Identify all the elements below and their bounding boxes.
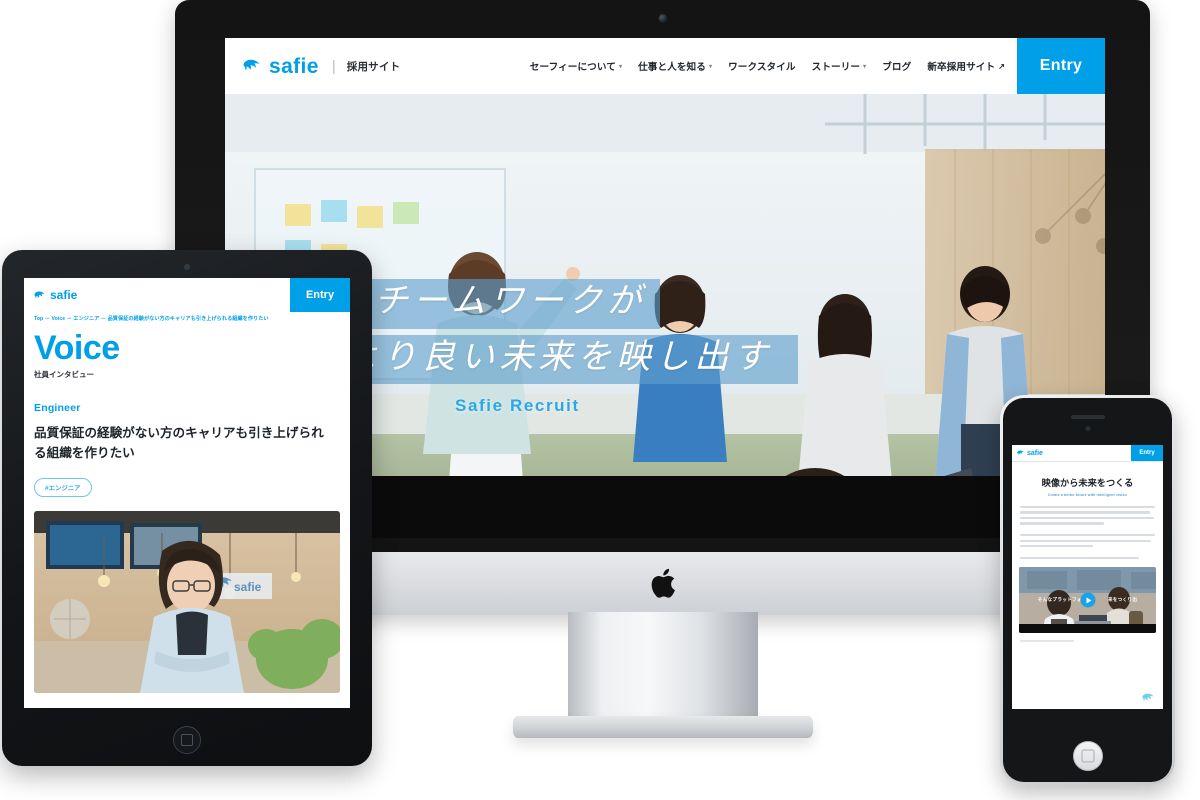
text-line <box>1020 506 1155 509</box>
ipad-device: safie Entry Top － Voice － エンジニア － 品質保証の経… <box>2 250 372 766</box>
nav-item-new-graduate-site[interactable]: 新卒採用サイト ↗ <box>927 59 1005 74</box>
page-subtitle: 社員インタビュー <box>34 370 94 379</box>
phone-video-controlbar[interactable] <box>1019 624 1156 634</box>
imac-stand-neck <box>567 612 758 720</box>
interview-photo: safie <box>34 510 340 693</box>
phone-entry-button[interactable]: Entry <box>1131 445 1163 461</box>
text-line <box>1020 557 1139 560</box>
phone-brand-logo[interactable]: safie <box>1012 445 1043 461</box>
safie-bird-icon <box>243 59 260 73</box>
nav-item-blog[interactable]: ブログ <box>882 59 911 73</box>
apple-logo-icon <box>650 568 676 599</box>
iphone-home-button-icon[interactable] <box>1072 741 1103 771</box>
breadcrumb[interactable]: Top － Voice － エンジニア － 品質保証の経験がない方のキャリアも引… <box>24 312 350 322</box>
ipad-home-button-icon[interactable] <box>173 726 201 754</box>
hero-copy: チームワークが より良い未来を映し出す Safie Recruit <box>330 279 980 416</box>
phone-brand-wordmark: safie <box>1027 449 1043 457</box>
hero-headline-line1: チームワークが <box>374 281 646 321</box>
external-link-icon: ↗ <box>998 61 1005 71</box>
phone-video-thumbnail[interactable]: そんなプラットフォー 来をつくり出 <box>1019 567 1156 634</box>
hero-headline-line2-band: より良い未来を映し出す <box>330 334 799 385</box>
photo-sign-text: safie <box>234 580 262 594</box>
iphone-device: safie Entry 映像から未来をつくる Create a better f… <box>1000 395 1175 785</box>
ipad-camera-icon <box>184 264 190 270</box>
phone-lower-content <box>1012 633 1163 643</box>
nav-item-workstyle[interactable]: ワークスタイル <box>728 59 796 73</box>
hero-tagline: Safie Recruit <box>455 396 580 416</box>
imac-stand-foot <box>512 716 813 738</box>
phone-heading-sub: Create a better future with intelligent … <box>1048 493 1127 497</box>
main-navigation: セーフィーについて ▾ 仕事と人を知る ▾ ワークスタイル ストーリー ▾ ブロ… <box>530 38 1017 94</box>
entry-button[interactable]: Entry <box>1017 38 1105 94</box>
text-line <box>1020 516 1154 520</box>
tablet-entry-button[interactable]: Entry <box>290 278 350 312</box>
nav-item-story[interactable]: ストーリー ▾ <box>812 59 867 73</box>
hero-headline-line2: より良い未来を映し出す <box>344 336 773 377</box>
nav-label: ワークスタイル <box>728 62 796 73</box>
text-line <box>1020 539 1151 542</box>
text-line <box>1020 511 1150 514</box>
iphone-camera-icon <box>1085 426 1090 431</box>
chevron-down-icon: ▾ <box>618 63 623 70</box>
tag-list: #エンジニア <box>24 464 350 497</box>
page-title: Voice <box>34 329 120 367</box>
ipad-bezel: safie Entry Top － Voice － エンジニア － 品質保証の経… <box>2 250 372 766</box>
brand-logo[interactable]: safie | 採用サイト <box>225 38 400 94</box>
iphone-screen: safie Entry 映像から未来をつくる Create a better f… <box>1012 445 1163 709</box>
nav-label: 仕事と人を知る <box>638 62 706 73</box>
brand-wordmark: safie <box>269 54 319 78</box>
chevron-down-icon: ▾ <box>863 63 867 70</box>
tag-chip-engineer[interactable]: #エンジニア <box>34 477 92 497</box>
interview-role-label: Engineer <box>34 402 81 414</box>
iphone-speaker <box>1070 415 1105 419</box>
phone-heading: 映像から未来をつくる <box>1041 478 1134 488</box>
text-line <box>1020 534 1155 537</box>
brand-subtitle: 採用サイト <box>346 60 401 73</box>
safie-bird-icon <box>1142 693 1154 703</box>
iphone-frame: safie Entry 映像から未来をつくる Create a better f… <box>1000 395 1175 785</box>
play-icon[interactable] <box>1080 592 1095 608</box>
nav-item-work-and-people[interactable]: 仕事と人を知る ▾ <box>638 59 712 73</box>
tablet-brand-wordmark: safie <box>50 288 78 302</box>
desktop-site-header: safie | 採用サイト セーフィーについて ▾ 仕事と人を知る ▾ ワークス… <box>225 38 1105 94</box>
nav-label: ブログ <box>882 62 912 73</box>
safie-bird-icon <box>1017 450 1024 456</box>
safie-bird-icon <box>34 291 45 300</box>
nav-label: ストーリー <box>811 62 861 73</box>
interview-headline: 品質保証の経験がない方のキャリアも引き上げられる組織を作りたい <box>34 426 324 461</box>
ipad-screen: safie Entry Top － Voice － エンジニア － 品質保証の経… <box>24 278 350 708</box>
text-line <box>1020 522 1104 525</box>
text-line <box>1020 545 1093 548</box>
nav-item-about[interactable]: セーフィーについて ▾ <box>530 59 622 73</box>
chevron-down-icon: ▾ <box>708 63 713 70</box>
phone-paragraph-block <box>1012 497 1163 560</box>
nav-label: 新卒採用サイト <box>927 62 996 73</box>
nav-label: セーフィーについて <box>529 62 616 73</box>
tablet-site-header: safie Entry <box>24 278 350 312</box>
video-caption-right: 来をつくり出 <box>1107 597 1138 603</box>
brand-divider: | <box>331 57 336 75</box>
text-line <box>1020 640 1074 643</box>
imac-camera-icon <box>658 14 667 23</box>
tablet-brand-logo[interactable]: safie <box>24 278 77 312</box>
hero-headline-line1-band: チームワークが <box>360 279 660 329</box>
phone-site-header: safie Entry <box>1012 445 1163 462</box>
